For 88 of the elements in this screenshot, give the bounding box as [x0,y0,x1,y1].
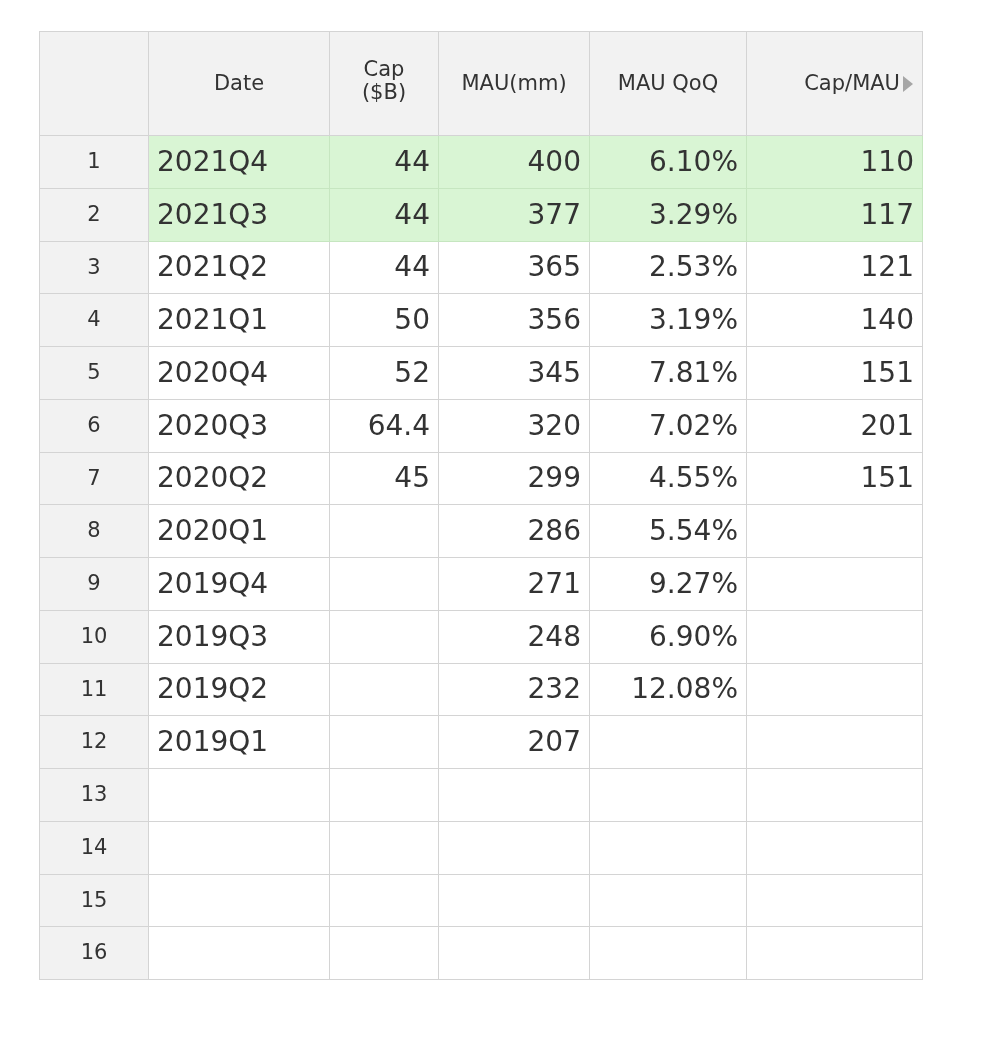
row-number[interactable]: 14 [39,821,149,874]
table-row[interactable]: 14 [39,821,923,874]
table-cell: 299 [438,452,590,505]
table-cell: 2021Q4 [148,135,330,189]
row-number[interactable]: 2 [39,188,149,241]
table-cell: 140 [746,293,923,347]
table-row[interactable]: 16 [39,926,923,980]
table-cell: 2019Q3 [148,610,330,663]
table-cell: 2020Q4 [148,346,330,400]
row-number[interactable]: 15 [39,874,149,927]
table-row[interactable]: 15 [39,874,923,927]
table-cell: 2019Q4 [148,557,330,611]
table-row[interactable]: 5 2020Q4 52 345 7.81% 151 [39,346,923,400]
row-number[interactable]: 11 [39,663,149,716]
table-cell: 45 [329,452,439,505]
table-cell: 110 [746,135,923,189]
table-row[interactable]: 13 [39,768,923,822]
table-cell: 50 [329,293,439,347]
table-cell: 121 [746,241,923,294]
table-cell: 3.29% [589,188,747,241]
table-cell: 345 [438,346,590,400]
table-cell: 7.02% [589,399,747,452]
row-number[interactable]: 9 [39,557,149,611]
column-header-cell[interactable]: Cap/MAU [746,31,923,136]
table-row[interactable]: 11 2019Q2 232 12.08% [39,663,923,716]
table-cell: 52 [329,346,439,400]
table-cell: 151 [746,346,923,400]
table-cell: 4.55% [589,452,747,505]
table-cell: 2020Q3 [148,399,330,452]
table-cell: 7.81% [589,346,747,400]
table-cell: 5.54% [589,504,747,558]
table-row[interactable]: 1 2021Q4 44 400 6.10% 110 [39,135,923,189]
column-header[interactable]: Cap ($B) [329,31,439,136]
row-number[interactable]: 7 [39,452,149,505]
table-cell: 6.90% [589,610,747,663]
table-cell: 2020Q2 [148,452,330,505]
column-header[interactable]: MAU QoQ [589,31,747,136]
row-number[interactable]: 5 [39,346,149,400]
row-number[interactable]: 16 [39,926,149,980]
table-cell: 286 [438,504,590,558]
table-cell: 2020Q1 [148,504,330,558]
table-cell: 2021Q1 [148,293,330,347]
triangle-icon[interactable] [902,74,914,93]
row-number[interactable]: 4 [39,293,149,347]
table-row[interactable]: 9 2019Q4 271 9.27% [39,557,923,611]
table-cell: 3.19% [589,293,747,347]
table-cell: 201 [746,399,923,452]
table-row[interactable]: 12 2019Q1 207 [39,715,923,769]
table-row[interactable]: 3 2021Q2 44 365 2.53% 121 [39,241,923,294]
row-number[interactable]: 3 [39,241,149,294]
table-cell: 271 [438,557,590,611]
table-cell: 248 [438,610,590,663]
table-cell: 2.53% [589,241,747,294]
header-label: Cap/MAU [804,69,900,97]
row-number[interactable]: 12 [39,715,149,769]
row-number[interactable]: 8 [39,504,149,558]
table-cell: 117 [746,188,923,241]
table-cell: 2021Q2 [148,241,330,294]
table-cell: 2021Q3 [148,188,330,241]
table-cell: 12.08% [589,663,747,716]
table-cell: 377 [438,188,590,241]
row-number[interactable]: 6 [39,399,149,452]
table-cell: 44 [329,188,439,241]
table-row[interactable]: 4 2021Q1 50 356 3.19% 140 [39,293,923,347]
table-cell: 207 [438,715,590,769]
table-cell: 44 [329,135,439,189]
table-cell: 2019Q2 [148,663,330,716]
table-cell: 400 [438,135,590,189]
table-cell: 2019Q1 [148,715,330,769]
column-header[interactable]: Date [148,31,330,136]
row-number[interactable]: 1 [39,135,149,189]
table-cell: 365 [438,241,590,294]
table-row[interactable]: 10 2019Q3 248 6.90% [39,610,923,663]
table-cell: 356 [438,293,590,347]
table-cell: 44 [329,241,439,294]
table-row[interactable]: 7 2020Q2 45 299 4.55% 151 [39,452,923,505]
column-header[interactable]: MAU(mm) [438,31,590,136]
row-number[interactable]: 10 [39,610,149,663]
table-row[interactable]: 8 2020Q1 286 5.54% [39,504,923,558]
table-row[interactable]: 6 2020Q3 64.4 320 7.02% 201 [39,399,923,452]
table-row[interactable]: 2 2021Q3 44 377 3.29% 117 [39,188,923,241]
table-cell: 64.4 [329,399,439,452]
table-cell: 6.10% [589,135,747,189]
table-cell: 9.27% [589,557,747,611]
table-cell: 151 [746,452,923,505]
table-cell: 320 [438,399,590,452]
table-cell: 232 [438,663,590,716]
row-number[interactable]: 13 [39,768,149,822]
